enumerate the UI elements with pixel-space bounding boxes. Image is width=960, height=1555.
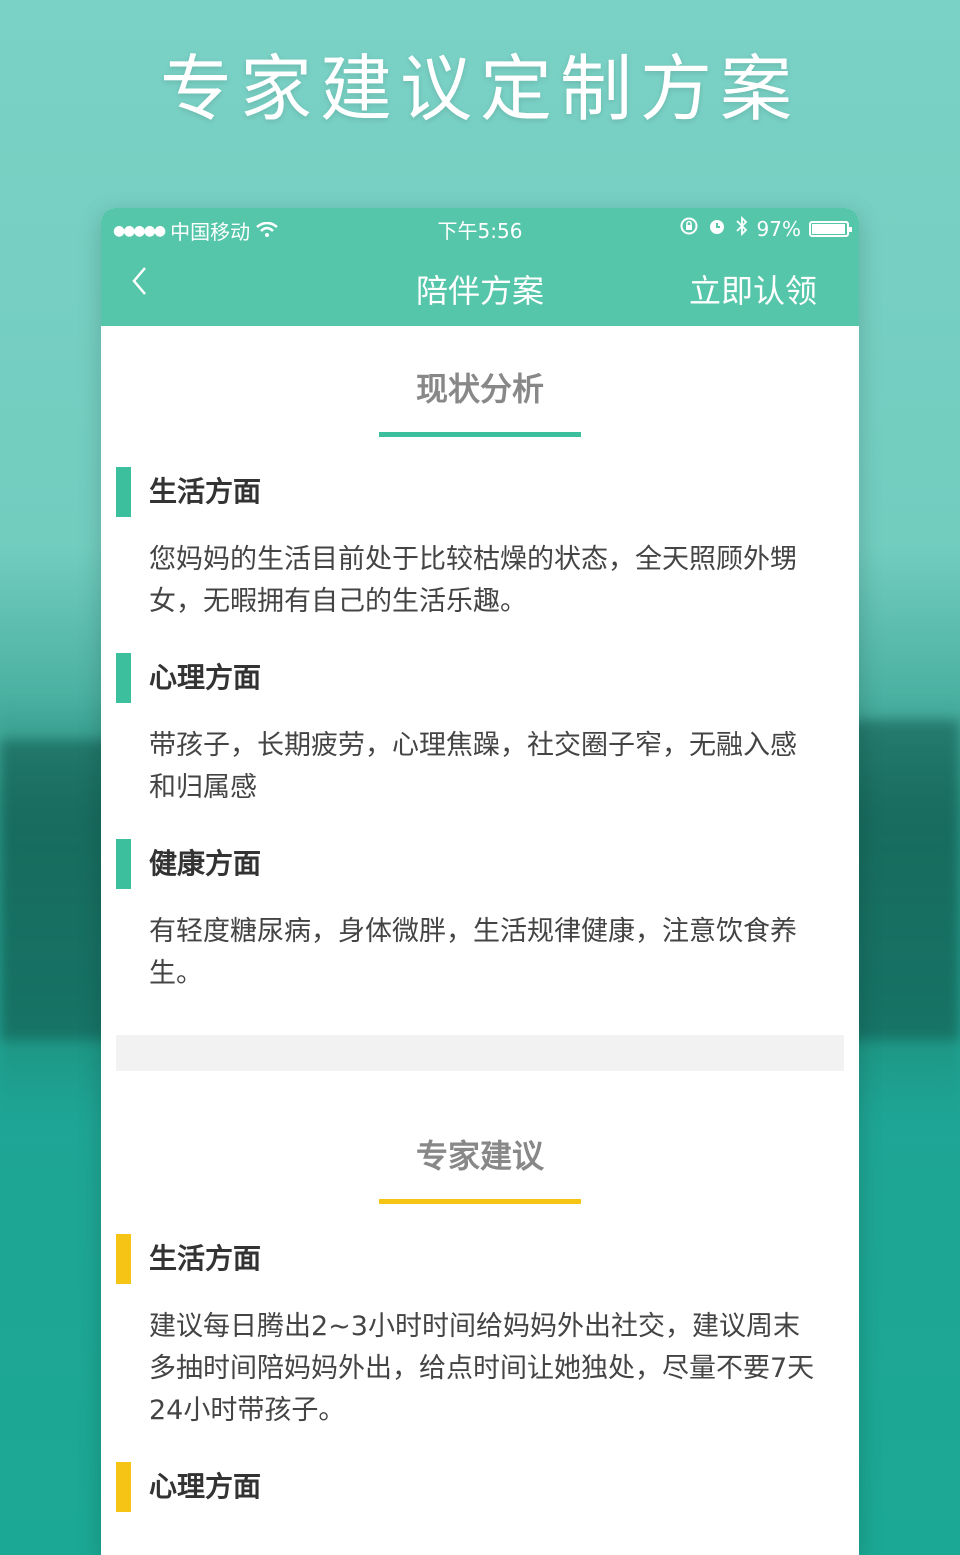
item-heading: 生活方面 [149,1242,262,1275]
section-marker [116,1234,131,1284]
section-divider [116,1035,844,1071]
claim-button[interactable]: 立即认领 [689,266,817,312]
analysis-title-underline [379,432,581,437]
nav-bar: 陪伴方案 立即认领 [101,246,859,326]
advice-section-header: 专家建议 [101,1131,859,1204]
analysis-section-title: 现状分析 [415,370,544,408]
analysis-item-life: 生活方面 您妈妈的生活目前处于比较枯燥的状态，全天照顾外甥女，无暇拥有自己的生活… [101,467,859,623]
battery-percent: 97% [756,216,801,241]
promo-title: 专家建议定制方案 [159,47,800,131]
status-bar: ●●●●● 中国移动 下午5:56 97% [101,208,859,246]
background-house-right [850,720,960,1040]
item-heading: 心理方面 [149,1470,262,1503]
battery-icon [809,220,852,237]
rotation-lock-icon [679,216,699,241]
section-marker [116,653,131,703]
analysis-item-psychology: 心理方面 带孩子，长期疲劳，心理焦躁，社交圈子窄，无融入感和归属感 [101,653,859,809]
phone-screen: ●●●●● 中国移动 下午5:56 97% 陪伴方案 立即认领 现状分析 生活方… [101,208,859,1555]
advice-title-underline [379,1199,581,1204]
item-text: 您妈妈的生活目前处于比较枯燥的状态，全天照顾外甥女，无暇拥有自己的生活乐趣。 [149,544,797,617]
alarm-icon [707,216,727,241]
analysis-section-header: 现状分析 [101,364,859,437]
item-text: 带孩子，长期疲劳，心理焦躁，社交圈子窄，无融入感和归属感 [149,730,797,803]
advice-item-life: 生活方面 建议每日腾出2~3小时时间给妈妈外出社交，建议周末多抽时间陪妈妈外出，… [101,1234,859,1432]
bluetooth-icon [735,215,749,242]
section-marker [116,467,131,517]
advice-section-title: 专家建议 [415,1137,544,1175]
item-text: 建议每日腾出2~3小时时间给妈妈外出社交，建议周末多抽时间陪妈妈外出，给点时间让… [149,1311,815,1426]
section-marker [116,1462,131,1512]
item-text: 有轻度糖尿病，身体微胖，生活规律健康，注意饮食养生。 [149,916,797,989]
item-heading: 心理方面 [149,661,262,694]
advice-item-psychology: 心理方面 [101,1462,859,1512]
item-heading: 健康方面 [149,847,262,880]
section-marker [116,839,131,889]
item-heading: 生活方面 [149,475,262,508]
background-house-left [0,740,110,1040]
analysis-item-health: 健康方面 有轻度糖尿病，身体微胖，生活规律健康，注意饮食养生。 [101,839,859,995]
